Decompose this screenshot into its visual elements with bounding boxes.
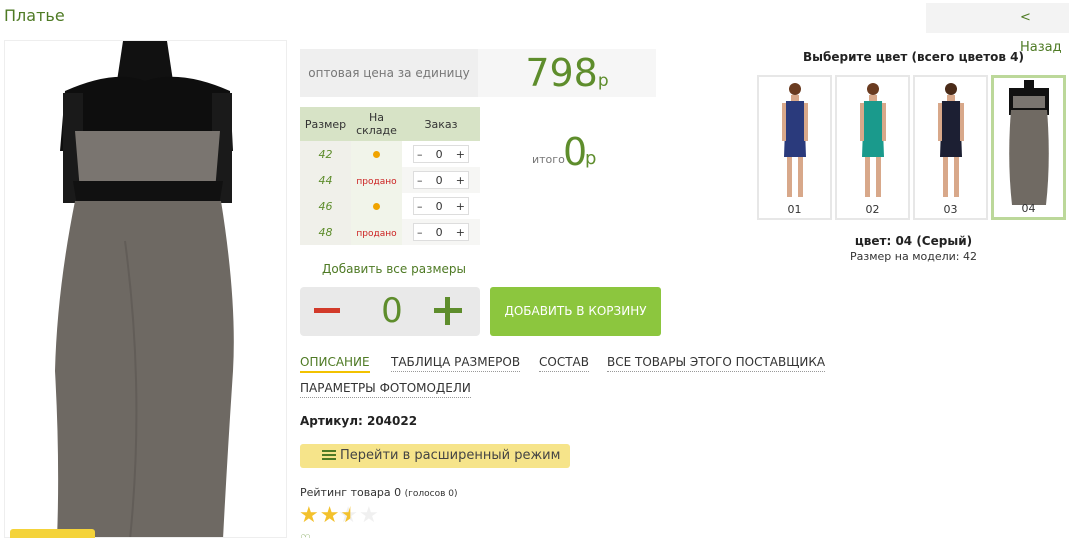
quantity-value: 0: [435, 173, 443, 187]
price-currency: р: [597, 71, 609, 91]
order-cell: – 0 +: [402, 219, 480, 245]
table-row: 46 – 0 +: [300, 193, 480, 219]
quantity-value: 0: [435, 147, 443, 161]
list-icon: [322, 450, 336, 462]
total-currency: р: [585, 148, 597, 169]
color-swatch-03[interactable]: 03: [913, 75, 988, 220]
plus-button[interactable]: +: [456, 148, 465, 161]
model-photo: [937, 83, 964, 197]
size-cell: 48: [300, 219, 351, 245]
minus-button[interactable]: –: [417, 148, 423, 161]
plus-button[interactable]: +: [456, 226, 465, 239]
size-cell: 44: [300, 167, 351, 193]
table-row: 42 – 0 +: [300, 141, 480, 167]
color-swatch-01[interactable]: 01: [757, 75, 832, 220]
heart-icon[interactable]: ♡: [300, 532, 311, 538]
minus-button[interactable]: –: [417, 174, 423, 187]
total-label: итого: [532, 153, 565, 166]
minus-button[interactable]: –: [417, 226, 423, 239]
big-quantity-stepper: 0: [300, 287, 480, 336]
selected-color-info: цвет: 04 (Серый): [854, 234, 973, 248]
color-swatch-02[interactable]: 02: [835, 75, 910, 220]
star-icon[interactable]: ★: [299, 504, 319, 528]
big-quantity-value: 0: [381, 291, 403, 331]
quantity-value: 0: [435, 199, 443, 213]
quantity-stepper[interactable]: – 0 +: [413, 223, 469, 241]
model-size-info: Размер на модели: 42: [850, 250, 977, 263]
quantity-stepper[interactable]: – 0 +: [413, 145, 469, 163]
main-product-photo[interactable]: [4, 40, 287, 538]
big-plus-button[interactable]: [434, 297, 462, 325]
stock-cell: [351, 141, 402, 167]
dress-photo: [1008, 80, 1049, 205]
stock-cell: продано: [351, 167, 402, 193]
quantity-stepper[interactable]: – 0 +: [413, 171, 469, 189]
color-swatch-04[interactable]: 04: [991, 75, 1066, 220]
tab-size-table[interactable]: ТАБЛИЦА РАЗМЕРОВ: [391, 355, 521, 372]
back-link[interactable]: < Назад: [926, 3, 1069, 55]
extended-mode-button[interactable]: Перейти в расширенный режим: [300, 444, 570, 468]
price-value: 798: [525, 51, 598, 95]
size-header: Размер: [300, 107, 351, 141]
order-header: Заказ: [402, 107, 480, 141]
stock-cell: продано: [351, 219, 402, 245]
swatch-number: 01: [787, 203, 802, 216]
sku-value: 204022: [366, 414, 418, 428]
photo-badge: [10, 529, 95, 538]
table-row: 48 продано – 0 +: [300, 219, 480, 245]
size-cell: 42: [300, 141, 351, 167]
table-row: 44 продано – 0 +: [300, 167, 480, 193]
swatch-number: 03: [943, 203, 958, 216]
sold-label: продано: [356, 176, 397, 187]
big-minus-button[interactable]: [314, 308, 340, 313]
tab-description[interactable]: ОПИСАНИЕ: [300, 355, 370, 373]
order-cell: – 0 +: [402, 141, 480, 167]
total-value: 0: [563, 130, 588, 174]
model-photo: [859, 83, 886, 197]
order-cell: – 0 +: [402, 193, 480, 219]
sku-line: Артикул: 204022: [300, 414, 417, 428]
rating-value: 0: [394, 486, 402, 499]
star-icon[interactable]: ★: [320, 504, 340, 528]
sold-label: продано: [356, 228, 397, 239]
size-cell: 46: [300, 193, 351, 219]
model-photo: [781, 83, 808, 197]
in-stock-dot-icon: [373, 202, 380, 210]
stock-header: На складе: [351, 107, 402, 141]
rating-label: Рейтинг товара: [300, 486, 391, 499]
rating-line: Рейтинг товара 0 (голосов 0): [300, 486, 458, 499]
swatch-number: 02: [865, 203, 880, 216]
quantity-stepper[interactable]: – 0 +: [413, 197, 469, 215]
sku-label: Артикул:: [300, 414, 363, 428]
tab-model-params[interactable]: ПАРАМЕТРЫ ФОТОМОДЕЛИ: [300, 381, 471, 398]
rating-votes: (голосов 0): [404, 489, 458, 499]
swatch-number: 04: [1021, 202, 1036, 215]
add-all-sizes-link[interactable]: Добавить все размеры: [322, 262, 466, 276]
order-cell: – 0 +: [402, 167, 480, 193]
price-label: оптовая цена за единицу: [300, 49, 478, 97]
price-value-box: 798р: [478, 49, 656, 97]
color-picker-title: Выберите цвет (всего цветов 4): [803, 50, 1024, 64]
add-to-cart-button[interactable]: ДОБАВИТЬ В КОРЗИНУ: [490, 287, 661, 336]
minus-button[interactable]: –: [417, 200, 423, 213]
quantity-value: 0: [435, 225, 443, 239]
stock-cell: [351, 193, 402, 219]
tab-composition[interactable]: СОСТАВ: [539, 355, 589, 372]
tab-supplier-products[interactable]: ВСЕ ТОВАРЫ ЭТОГО ПОСТАВЩИКА: [607, 355, 826, 372]
extended-mode-label: Перейти в расширенный режим: [340, 448, 561, 463]
plus-button[interactable]: +: [456, 174, 465, 187]
plus-button[interactable]: +: [456, 200, 465, 213]
dress-image: [55, 41, 234, 537]
star-icon[interactable]: ★: [359, 504, 379, 528]
size-table: Размер На складе Заказ 42 – 0 + 44 прода…: [300, 107, 480, 245]
in-stock-dot-icon: [373, 150, 380, 158]
page-title: Платье: [4, 6, 65, 25]
rating-stars[interactable]: ★ ★ ★ ★ ★: [299, 504, 413, 528]
